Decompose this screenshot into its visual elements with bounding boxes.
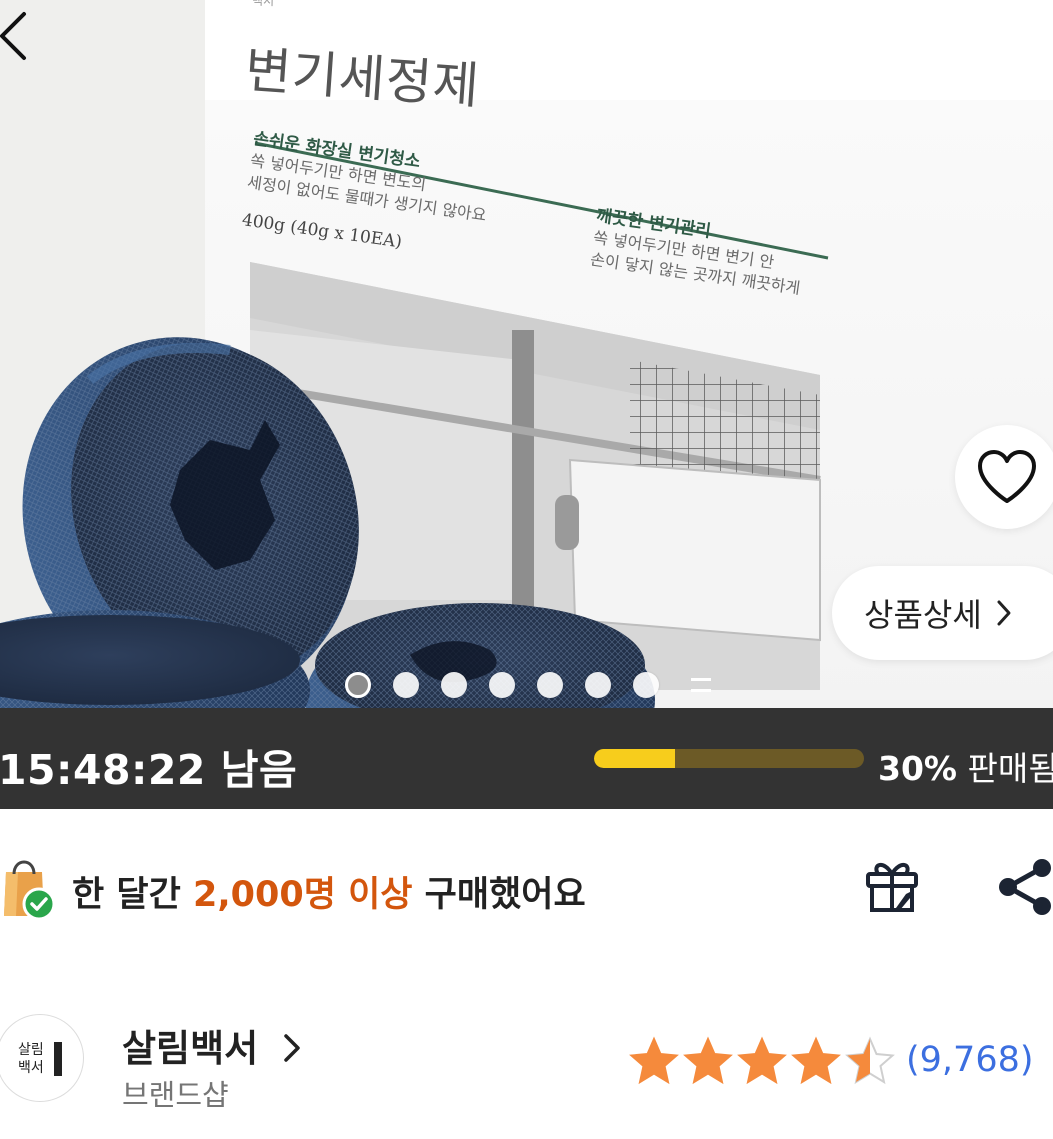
star-icon [791, 1036, 841, 1085]
wishlist-button[interactable] [955, 425, 1053, 529]
purchase-message: 한 달간 2,000명 이상 구매했어요 [72, 866, 586, 917]
time-remaining: 15:48:22 남음 [0, 746, 298, 794]
share-icon [999, 859, 1051, 915]
product-detail-button[interactable]: 상품상세 [832, 566, 1053, 660]
carousel-dot[interactable] [441, 672, 467, 698]
gift-button[interactable] [862, 856, 924, 920]
product-detail-label: 상품상세 [864, 596, 982, 634]
logo-text-top: 살림 [18, 1042, 44, 1058]
sales-progress-fill [594, 749, 675, 768]
carousel-dot[interactable] [633, 672, 659, 698]
purchase-stats-row: 한 달간 2,000명 이상 구매했어요 [0, 848, 1053, 928]
purchase-suffix: 구매했어요 [424, 875, 586, 915]
carousel-dot[interactable] [537, 672, 563, 698]
share-button[interactable] [996, 856, 1053, 922]
carousel-dot[interactable] [345, 672, 371, 698]
chevron-right-icon [284, 1034, 300, 1062]
seller-name-link[interactable]: 살림백서 [122, 1018, 301, 1072]
shopping-bag-check-icon [4, 860, 56, 921]
deal-timer-bar: 15:48:22 남음 30% 판매됨 [0, 708, 1053, 809]
sales-progress-bar [594, 749, 864, 768]
sold-status: 30% 판매됨 [878, 742, 1053, 790]
heart-icon [978, 450, 1036, 503]
review-count-link[interactable]: (9,768) [906, 1040, 1034, 1080]
package-left-block: 손쉬운 화장실 변기청소 쏙 넣어두기만 하면 변도의 세정이 없어도 물때가 … [241, 128, 494, 265]
carousel-dot[interactable] [393, 672, 419, 698]
logo-text-bottom: 백서 [18, 1060, 44, 1076]
package-brand: 백서 [251, 0, 275, 9]
star-icon [683, 1036, 733, 1085]
seller-name: 살림백서 [122, 1027, 259, 1070]
sold-suffix: 판매됨 [967, 749, 1053, 788]
chevron-left-icon [0, 12, 26, 60]
star-icon [845, 1036, 895, 1085]
brand-logo-icon: 살림 백서 [18, 1042, 62, 1076]
carousel-more-indicator [691, 678, 711, 692]
chevron-right-icon [997, 600, 1011, 626]
carousel-dot[interactable] [585, 672, 611, 698]
purchase-prefix: 한 달간 [72, 875, 181, 915]
star-icon [629, 1036, 679, 1085]
purchase-count: 2,000명 이상 [192, 875, 413, 915]
star-icon [737, 1036, 787, 1085]
seller-row: 살림 백서 살림백서 브랜드샵 (9,768) [0, 1010, 1053, 1120]
seller-logo[interactable]: 살림 백서 [0, 1014, 84, 1102]
carousel-dot[interactable] [489, 672, 515, 698]
sold-percent: 30% [878, 749, 957, 788]
back-button[interactable] [0, 8, 40, 64]
rating-stars [628, 1036, 896, 1086]
package-title: 변기세정제 [243, 40, 482, 116]
seller-type: 브랜드샵 [122, 1078, 229, 1112]
gift-icon [866, 863, 918, 912]
product-image-carousel[interactable]: 백서 변기세정제 손쉬운 화장실 변기청소 쏙 넣어두기만 하면 변도의 세정이… [0, 0, 1053, 708]
carousel-indicator[interactable] [345, 672, 711, 698]
package-right-block: 깨끗한 변기관리 쏙 넣어두기만 하면 변기 안 손이 닿지 않는 곳까지 깨끗… [589, 205, 808, 300]
